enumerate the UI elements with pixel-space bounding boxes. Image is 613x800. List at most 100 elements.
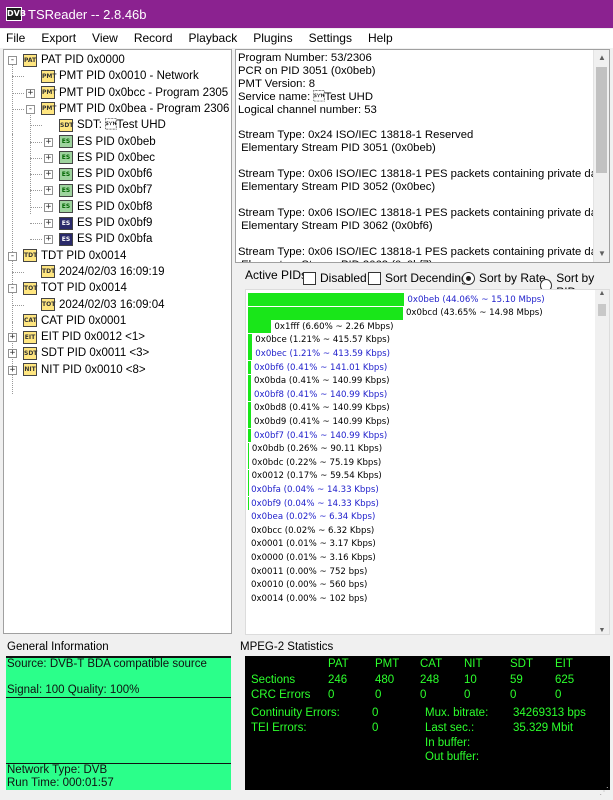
tree-guide-line: [30, 223, 42, 224]
pmt-table-icon: PMT: [41, 69, 56, 83]
expand-icon[interactable]: +: [44, 170, 53, 180]
tree-node[interactable]: PMT PMT PID 0x0bcc - Program 2305: [41, 85, 228, 101]
menu-plugins[interactable]: Plugins: [245, 29, 300, 48]
tree-node[interactable]: ES ES PID 0x0bf7: [59, 182, 152, 198]
pid-row[interactable]: 0x0bd8 (0.41% ~ 140.99 Kbps): [248, 401, 390, 415]
tree-node[interactable]: SDT SDT PID 0x0011 <3>: [23, 345, 149, 361]
menu-file[interactable]: File: [0, 29, 33, 48]
checkbox-icon[interactable]: [368, 271, 381, 285]
tree-node[interactable]: ES ES PID 0x0beb: [59, 134, 156, 150]
pid-row[interactable]: 0x0012 (0.17% ~ 59.54 Kbps): [248, 469, 382, 483]
stream-tree[interactable]: - PAT PAT PID 0x0000 PMT PMT PID 0x0010 - Ne…: [3, 49, 232, 634]
pid-row[interactable]: 0x0bec (1.21% ~ 413.59 Kbps): [248, 347, 390, 361]
expand-icon[interactable]: +: [8, 333, 17, 343]
collapse-icon[interactable]: -: [8, 251, 17, 261]
tree-node[interactable]: ES ES PID 0x0bfa: [59, 231, 152, 247]
sort-descending-checkbox[interactable]: Sort Decending: [368, 271, 468, 285]
pid-row[interactable]: 0x0bda (0.41% ~ 140.99 Kbps): [248, 374, 389, 388]
collapse-icon[interactable]: -: [26, 104, 35, 114]
expand-icon[interactable]: +: [44, 137, 53, 147]
collapse-icon[interactable]: -: [8, 56, 17, 65]
crc-errors-value: 0: [328, 689, 335, 701]
tree-node[interactable]: CAT CAT PID 0x0001: [23, 313, 126, 329]
menu-export[interactable]: Export: [33, 29, 84, 48]
scroll-down-icon[interactable]: ▼: [595, 627, 609, 634]
tree-node[interactable]: ES ES PID 0x0bf9: [59, 215, 152, 231]
scroll-up-icon[interactable]: ▲: [595, 290, 609, 297]
tree-node[interactable]: ES ES PID 0x0bec: [59, 150, 155, 166]
scroll-thumb[interactable]: [598, 304, 606, 316]
tree-guide-line: [12, 304, 24, 306]
program-info-panel[interactable]: Program Number: 53/2306 PCR on PID 3051 …: [235, 49, 610, 263]
tree-node[interactable]: TDT 2024/02/03 16:09:19: [41, 264, 165, 280]
scroll-down-icon[interactable]: ▼: [594, 246, 609, 262]
pid-row[interactable]: 0x0beb (44.06% ~ 15.10 Mbps): [248, 293, 545, 306]
pid-row[interactable]: 0x1fff (6.60% ~ 2.26 Mbps): [248, 320, 393, 334]
disabled-checkbox[interactable]: Disabled: [303, 271, 367, 285]
subtitle-stream-icon: ES: [59, 232, 73, 246]
pid-row[interactable]: 0x0bce (1.21% ~ 415.57 Kbps): [248, 333, 390, 347]
tree-node[interactable]: PMT PMT PID 0x0bea - Program 2306: [41, 101, 229, 117]
pid-row[interactable]: 0x0001 (0.01% ~ 3.17 Kbps): [248, 537, 376, 551]
info-scrollbar[interactable]: ▲ ▼: [593, 50, 609, 262]
active-pids-list[interactable]: ▲ ▼ 0x0beb (44.06% ~ 15.10 Mbps) 0x0bcd (…: [245, 289, 610, 635]
stats-header: NIT: [464, 658, 483, 670]
menu-record[interactable]: Record: [126, 29, 181, 48]
tree-node-label: PAT PID 0x0000: [41, 54, 125, 66]
pid-row[interactable]: 0x0bdc (0.22% ~ 75.19 Kbps): [248, 456, 381, 470]
tree-guide-line: [12, 271, 24, 273]
tree-node[interactable]: PAT PAT PID 0x0000: [23, 52, 125, 68]
pid-row[interactable]: 0x0bf9 (0.04% ~ 14.33 Kbps): [248, 497, 379, 510]
expand-icon[interactable]: +: [8, 365, 17, 375]
pid-row[interactable]: 0x0bf7 (0.41% ~ 140.99 Kbps): [248, 429, 387, 442]
pid-row[interactable]: 0x0bea (0.02% ~ 6.34 Kbps): [248, 510, 375, 524]
pid-row[interactable]: 0x0bcc (0.02% ~ 6.32 Kbps): [248, 524, 374, 538]
menu-help[interactable]: Help: [360, 29, 401, 48]
pids-scrollbar[interactable]: ▲ ▼: [595, 290, 609, 634]
sort-by-rate-radio[interactable]: Sort by Rate: [462, 271, 546, 285]
tree-node[interactable]: ES ES PID 0x0bf8: [59, 199, 152, 215]
tree-guide-line: [30, 125, 42, 127]
collapse-icon[interactable]: -: [8, 284, 17, 294]
out-buffer-label: Out buffer:: [425, 751, 480, 763]
expand-icon[interactable]: +: [26, 88, 35, 98]
expand-icon[interactable]: +: [44, 153, 53, 163]
pid-row[interactable]: 0x0bfa (0.04% ~ 14.33 Kbps): [248, 483, 379, 497]
pid-row[interactable]: 0x0bdb (0.26% ~ 90.11 Kbps): [248, 442, 382, 456]
pid-row[interactable]: 0x0bcd (43.65% ~ 14.98 Mbps): [248, 306, 543, 320]
tree-node[interactable]: SDT SDT: Test UHD: [59, 117, 166, 133]
pid-row[interactable]: 0x0010 (0.00% ~ 560 bps): [248, 579, 367, 592]
expand-icon[interactable]: +: [44, 186, 53, 196]
tree-node[interactable]: PMT PMT PID 0x0010 - Network: [41, 68, 199, 84]
pid-row[interactable]: 0x0011 (0.00% ~ 752 bps): [248, 565, 367, 578]
tree-node[interactable]: EIT EIT PID 0x0012 <1>: [23, 329, 145, 345]
expand-icon[interactable]: +: [44, 202, 53, 212]
menu-view[interactable]: View: [84, 29, 126, 48]
tree-node[interactable]: TOT TOT PID 0x0014: [23, 280, 127, 296]
menu-settings[interactable]: Settings: [301, 29, 360, 48]
scroll-thumb[interactable]: [596, 67, 607, 173]
pid-rate-label: 0x0bf7 (0.41% ~ 140.99 Kbps): [254, 430, 388, 441]
radio-icon[interactable]: [462, 271, 475, 285]
stats-header: CAT: [420, 658, 443, 670]
tot-table-icon: TOT: [23, 281, 37, 295]
tree-node[interactable]: TOT 2024/02/03 16:09:04: [41, 297, 165, 313]
pid-row[interactable]: 0x0bd9 (0.41% ~ 140.99 Kbps): [248, 415, 390, 429]
expand-icon[interactable]: +: [8, 349, 17, 359]
checkbox-icon[interactable]: [303, 271, 316, 285]
resize-grip-icon[interactable]: ⋰: [599, 786, 611, 798]
expand-icon[interactable]: +: [44, 235, 53, 245]
general-info-line: Signal: 100 Quality: 100%: [6, 684, 231, 698]
pid-row[interactable]: 0x0000 (0.01% ~ 3.16 Kbps): [248, 551, 376, 565]
tree-node[interactable]: NIT NIT PID 0x0010 <8>: [23, 362, 146, 378]
pmt-table-icon: PMT: [41, 86, 56, 100]
expand-icon[interactable]: +: [44, 219, 53, 228]
tree-node[interactable]: ES ES PID 0x0bf6: [59, 166, 152, 182]
pid-row[interactable]: 0x0014 (0.00% ~ 102 bps): [248, 592, 367, 605]
pid-row[interactable]: 0x0bf8 (0.41% ~ 140.99 Kbps): [248, 388, 387, 402]
tree-node[interactable]: TDT TDT PID 0x0014: [23, 248, 126, 264]
menu-playback[interactable]: Playback: [181, 29, 246, 48]
pid-row[interactable]: 0x0bf6 (0.41% ~ 141.01 Kbps): [248, 361, 387, 374]
tree-guide-line: [30, 206, 42, 208]
scroll-up-icon[interactable]: ▲: [594, 50, 609, 66]
